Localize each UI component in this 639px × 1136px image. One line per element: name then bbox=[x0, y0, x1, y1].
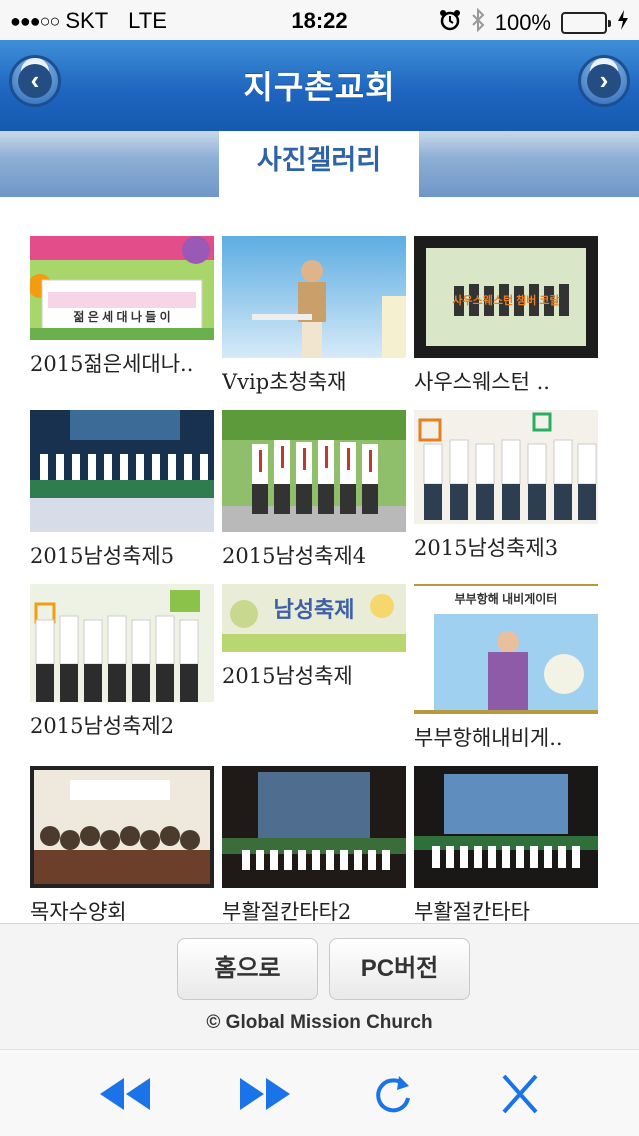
chevron-right-icon: › bbox=[587, 64, 621, 98]
photo-thumbnail[interactable]: 젊 은 세 대 나 들 이 bbox=[30, 236, 214, 340]
gallery-item[interactable]: 2015남성축제5 bbox=[30, 410, 214, 570]
photo-thumbnail[interactable] bbox=[222, 410, 406, 532]
photo-caption: 2015남성축제5 bbox=[30, 544, 175, 568]
photo-caption: 2015남성축제3 bbox=[414, 536, 559, 560]
gallery-item[interactable]: 2015남성축제4 bbox=[222, 410, 406, 570]
thumbnail-text: 남성축제 bbox=[273, 597, 355, 622]
status-right: 100% bbox=[439, 7, 629, 38]
page-footer: 홈으로 PC버전 © Global Mission Church bbox=[0, 923, 639, 1049]
gallery-item[interactable]: 남성축제 2015남성축제 bbox=[222, 584, 406, 690]
photo-thumbnail[interactable] bbox=[414, 766, 598, 888]
photo-thumbnail[interactable]: 남성축제 bbox=[222, 584, 406, 652]
app-header: ‹ 지구촌교회 › bbox=[0, 40, 639, 131]
fast-forward-icon[interactable] bbox=[236, 1072, 292, 1116]
reload-icon[interactable] bbox=[367, 1072, 423, 1116]
gallery-item[interactable]: 부부항해 내비게이터 부부항해내비게.. bbox=[414, 584, 598, 752]
photo-thumbnail[interactable] bbox=[30, 584, 214, 702]
pc-version-button[interactable]: PC버전 bbox=[329, 938, 470, 1000]
thumbnail-text: 젊 은 세 대 나 들 이 bbox=[73, 310, 171, 324]
browser-toolbar bbox=[0, 1049, 639, 1136]
page-title: 지구촌교회 bbox=[243, 69, 396, 105]
photo-gallery: 젊 은 세 대 나 들 이 2015젊은세대나.. Vvip초청축재 사우스웨스… bbox=[0, 197, 639, 923]
gallery-item[interactable]: 사우스웨스턴 챔버 코랄 사우스웨스턴 .. bbox=[414, 236, 598, 396]
gallery-item[interactable]: 부활절칸타타2 bbox=[222, 766, 406, 923]
photo-caption: 2015젊은세대나.. bbox=[30, 352, 194, 376]
photo-caption: 부부항해내비게.. bbox=[414, 726, 563, 750]
status-bar: ●●●○○ SKT LTE 18:22 100% bbox=[0, 0, 639, 40]
photo-thumbnail[interactable] bbox=[30, 766, 214, 888]
gallery-item[interactable]: 젊 은 세 대 나 들 이 2015젊은세대나.. bbox=[30, 236, 214, 378]
photo-thumbnail[interactable] bbox=[222, 766, 406, 888]
home-button[interactable]: 홈으로 bbox=[177, 938, 318, 1000]
photo-caption: 2015남성축제4 bbox=[222, 544, 367, 568]
thumbnail-text: 부부항해 내비게이터 bbox=[454, 592, 558, 606]
photo-thumbnail[interactable] bbox=[414, 410, 598, 524]
gallery-item[interactable]: 2015남성축제3 bbox=[414, 410, 598, 562]
charging-icon bbox=[617, 9, 629, 37]
alarm-icon bbox=[439, 9, 461, 37]
gallery-item[interactable]: 2015남성축제2 bbox=[30, 584, 214, 740]
battery-percent: 100% bbox=[494, 10, 551, 35]
photo-caption: 사우스웨스턴 .. bbox=[414, 370, 550, 394]
photo-caption: 2015남성축제2 bbox=[30, 714, 175, 738]
gallery-item[interactable]: 목자수양회 bbox=[30, 766, 214, 923]
photo-thumbnail[interactable] bbox=[222, 236, 406, 358]
photo-caption: Vvip초청축재 bbox=[222, 370, 347, 394]
photo-caption: 부활절칸타타 bbox=[414, 900, 530, 923]
close-icon[interactable] bbox=[492, 1072, 548, 1116]
next-page-button[interactable]: › bbox=[578, 55, 630, 107]
bluetooth-icon bbox=[471, 7, 485, 38]
photo-caption: 2015남성축제 bbox=[222, 664, 353, 688]
gallery-item[interactable]: Vvip초청축재 bbox=[222, 236, 406, 396]
photo-caption: 목자수양회 bbox=[30, 900, 127, 923]
copyright-text: © Global Mission Church bbox=[206, 1012, 433, 1033]
photo-thumbnail[interactable]: 사우스웨스턴 챔버 코랄 bbox=[414, 236, 598, 358]
photo-thumbnail[interactable] bbox=[30, 410, 214, 532]
battery-icon bbox=[561, 12, 611, 34]
photo-caption: 부활절칸타타2 bbox=[222, 900, 352, 923]
section-title: 사진겔러리 bbox=[219, 131, 419, 197]
gallery-item[interactable]: 부활절칸타타 bbox=[414, 766, 598, 923]
rewind-icon[interactable] bbox=[98, 1072, 154, 1116]
photo-thumbnail[interactable]: 부부항해 내비게이터 bbox=[414, 584, 598, 714]
thumbnail-text: 사우스웨스턴 챔버 코랄 bbox=[452, 295, 560, 307]
